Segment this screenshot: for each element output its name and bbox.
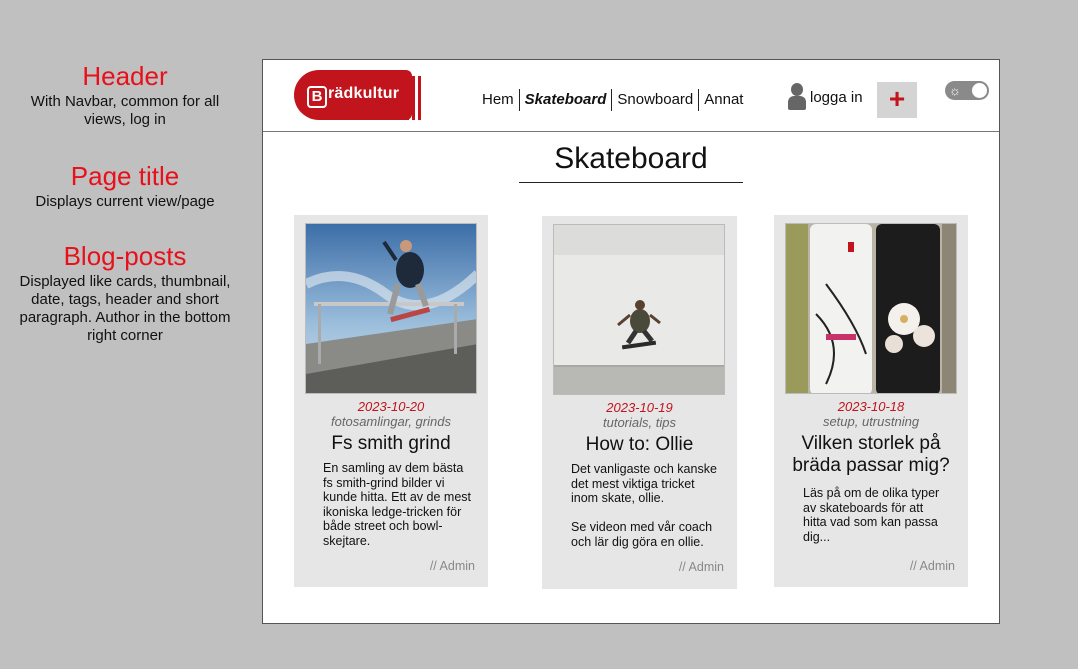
page-title: Skateboard xyxy=(519,140,743,183)
logo-letter: B xyxy=(307,86,327,108)
post-date: 2023-10-18 xyxy=(837,399,905,414)
annotation-title: Header xyxy=(82,61,168,91)
post-author: // Admin xyxy=(909,559,955,573)
page-frame: B rädkultur Hem Skateboard Snowboard Ann… xyxy=(262,59,1000,624)
post-tags[interactable]: tutorials, tips xyxy=(542,415,737,430)
annotation-page-title: Page title Displays current view/page xyxy=(20,161,230,211)
logo-text: rädkultur xyxy=(328,85,400,102)
login-label: logga in xyxy=(810,88,863,106)
annotation-header: Header With Navbar, common for all views… xyxy=(20,61,230,129)
theme-toggle[interactable]: ☼ xyxy=(945,81,989,100)
post-thumbnail[interactable] xyxy=(305,223,477,394)
sun-icon: ☼ xyxy=(949,83,961,98)
post-title[interactable]: Vilken storlek på bräda passar mig? xyxy=(786,433,956,477)
annotation-text: Displays current view/page xyxy=(35,193,215,210)
annotation-title: Blog-posts xyxy=(63,241,187,271)
post-title[interactable]: Fs smith grind xyxy=(294,433,488,455)
main-navbar: Hem Skateboard Snowboard Annat xyxy=(477,88,748,112)
user-icon xyxy=(788,83,806,111)
site-logo[interactable]: B rädkultur xyxy=(294,70,424,120)
post-excerpt: Det vanligaste och kanske det mest vikti… xyxy=(571,462,717,549)
post-date: 2023-10-20 xyxy=(357,399,425,414)
annotation-blog-posts: Blog-posts Displayed like cards, thumbna… xyxy=(17,241,233,345)
nav-item-annat[interactable]: Annat xyxy=(699,89,748,111)
nav-item-snowboard[interactable]: Snowboard xyxy=(612,89,698,111)
toggle-knob xyxy=(972,83,987,98)
login-button[interactable]: logga in xyxy=(788,82,863,112)
logo-stripes xyxy=(406,76,424,120)
blog-post-card[interactable]: 2023-10-19 tutorials, tips How to: Ollie… xyxy=(542,216,737,589)
post-excerpt: Läs på om de olika typer av skateboards … xyxy=(803,486,940,544)
post-thumbnail[interactable] xyxy=(785,223,957,394)
post-excerpt: En samling av dem bästa fs smith-grind b… xyxy=(323,461,471,548)
skateboard-decks-image xyxy=(786,224,956,393)
annotation-title: Page title xyxy=(70,161,180,191)
annotation-text: Displayed like cards, thumbnail, date, t… xyxy=(19,273,231,344)
post-title[interactable]: How to: Ollie xyxy=(542,434,737,456)
blog-post-card[interactable]: 2023-10-20 fotosamlingar, grinds Fs smit… xyxy=(294,215,488,587)
site-header: B rädkultur Hem Skateboard Snowboard Ann… xyxy=(263,60,999,132)
post-date: 2023-10-19 xyxy=(606,400,673,415)
post-author: // Admin xyxy=(678,560,724,574)
nav-item-hem[interactable]: Hem xyxy=(477,89,519,111)
post-tags[interactable]: setup, utrustning xyxy=(774,414,968,429)
nav-item-skateboard[interactable]: Skateboard xyxy=(520,89,612,111)
skater-grind-image xyxy=(306,224,476,393)
skater-ollie-image xyxy=(554,225,724,394)
post-thumbnail[interactable] xyxy=(553,224,725,395)
post-author: // Admin xyxy=(429,559,475,573)
blog-post-card[interactable]: 2023-10-18 setup, utrustning Vilken stor… xyxy=(774,215,968,587)
annotation-text: With Navbar, common for all views, log i… xyxy=(30,93,220,128)
post-tags[interactable]: fotosamlingar, grinds xyxy=(294,414,488,429)
add-post-button[interactable]: + xyxy=(877,82,917,118)
